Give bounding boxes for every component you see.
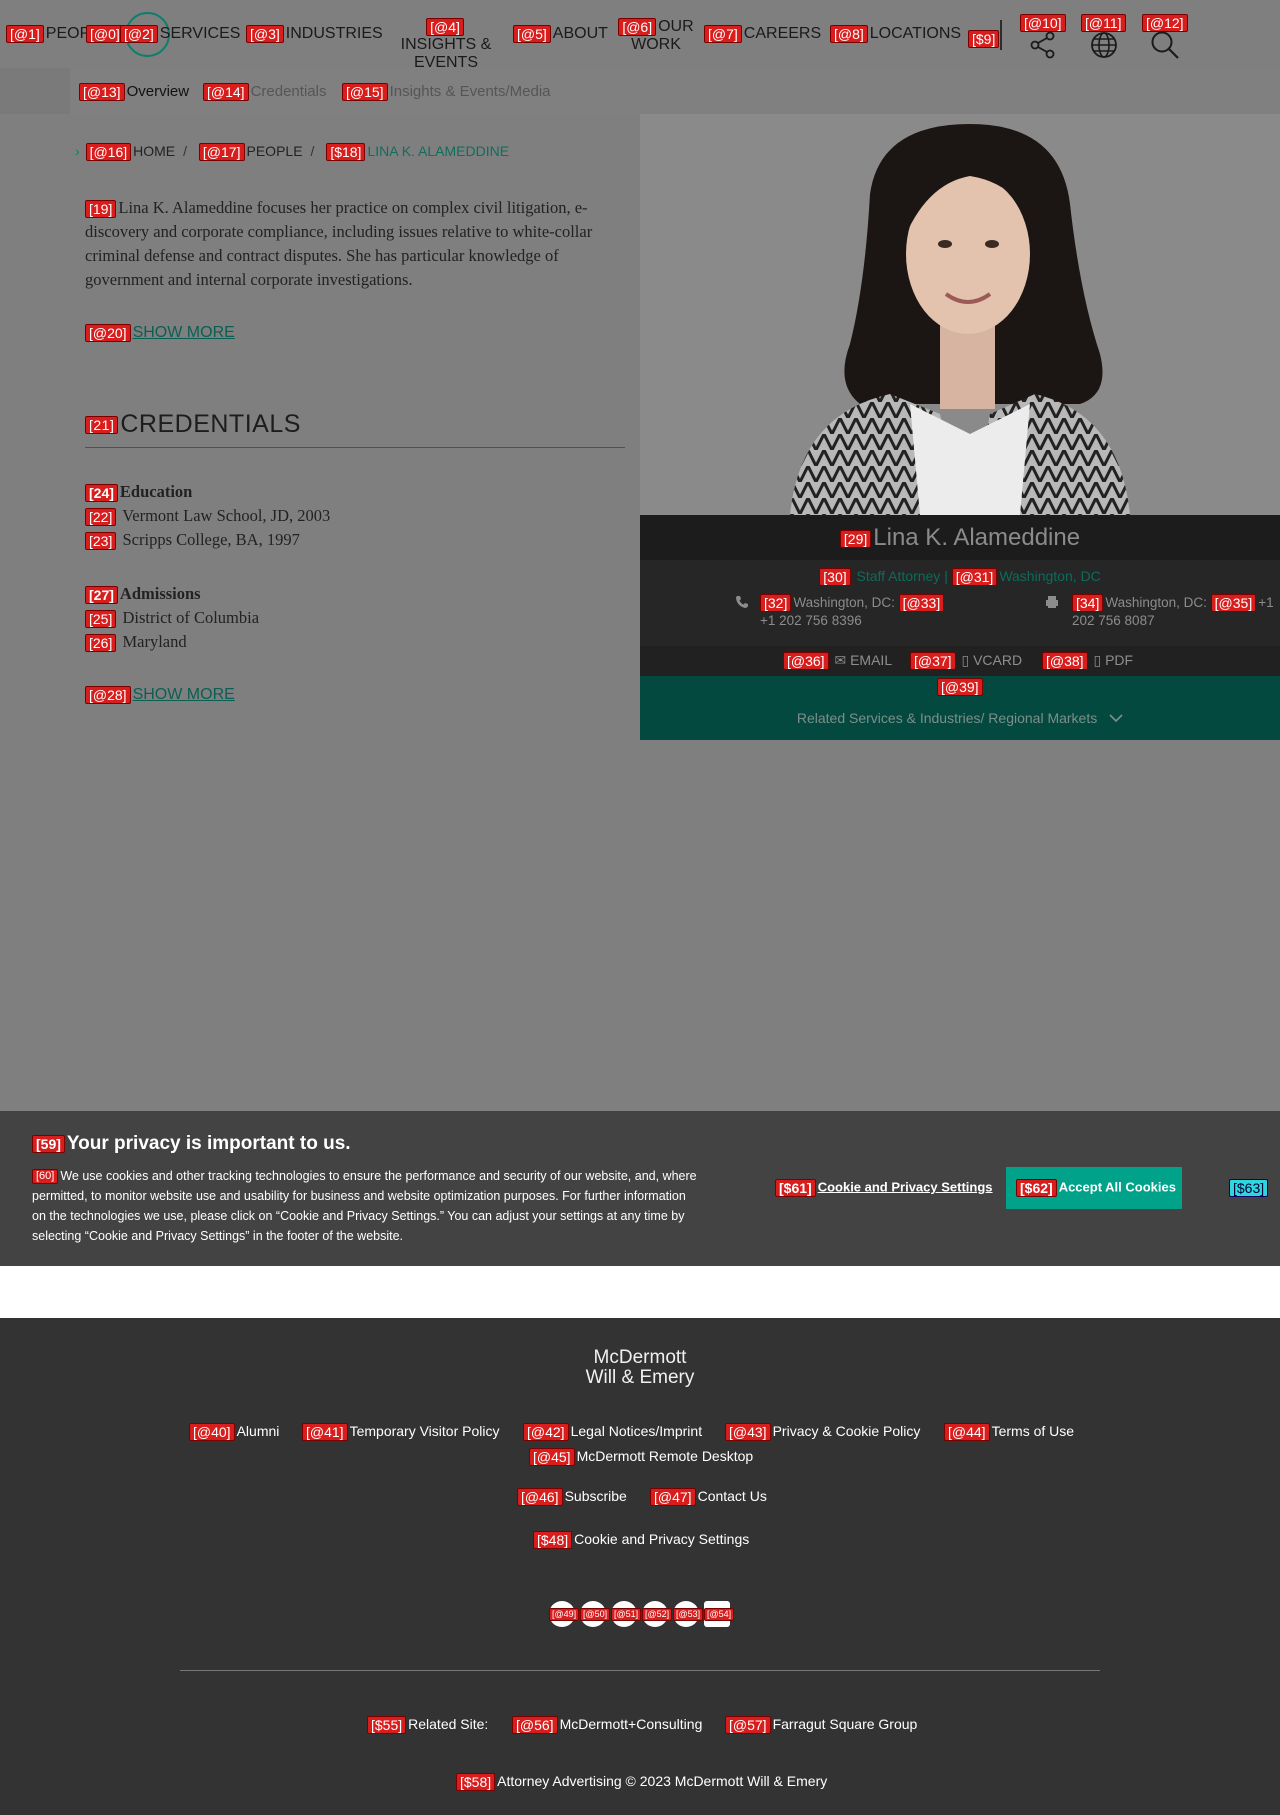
globe-icon[interactable] xyxy=(1089,30,1119,60)
top-navigation: [@1] PEOP [@0] [@2] SERVICES [@3] INDUSTRIE… xyxy=(0,0,1280,71)
tab-overview[interactable]: [@13] Overview xyxy=(79,83,189,102)
tab-credentials[interactable]: [@14] Credentials xyxy=(203,83,326,102)
profile-role: Staff Attorney xyxy=(856,568,941,584)
fax-number: [34] Washington, DC: [@35] +1 202 756 8087 xyxy=(1072,594,1274,629)
breadcrumb: › [@16] HOME / [@17] PEOPLE / [$18] LINA K. A… xyxy=(75,143,510,162)
footer-link-subscribe[interactable]: [@46] Subscribe xyxy=(517,1488,627,1507)
document-icon: ▯ xyxy=(961,652,970,668)
profile-photo xyxy=(640,114,1280,515)
footer-link-terms[interactable]: [@44] Terms of Use xyxy=(944,1423,1074,1442)
share-icon[interactable] xyxy=(1028,30,1058,60)
profile-name: [29] Lina K. Alameddine xyxy=(640,515,1280,560)
admissions-heading: [27] Admissions xyxy=(85,584,201,605)
chevron-right-icon: › xyxy=(75,143,80,159)
footer-link-privacy[interactable]: [@43] Privacy & Cookie Policy xyxy=(725,1423,920,1442)
cookie-title: [59] Your privacy is important to us. xyxy=(32,1133,351,1155)
profile-actions: [@36] ✉ EMAIL [@37] ▯ VCARD [@38] ▯ PDF xyxy=(640,646,1280,676)
cookie-settings-link[interactable]: [$61] Cookie and Privacy Settings xyxy=(775,1179,993,1197)
show-more-credentials-link[interactable]: [@28] SHOW MORE xyxy=(85,686,235,704)
nav-item-people[interactable]: [@1] PEOP xyxy=(6,25,90,43)
breadcrumb-people[interactable]: [@17] PEOPLE xyxy=(198,143,303,162)
copyright: [$58] Attorney Advertising © 2023 McDermo… xyxy=(456,1773,827,1792)
footer: McDermott Will & Emery [@40] Alumni [@41]… xyxy=(0,1318,1280,1815)
nav-item-insights-events[interactable]: [@4]INSIGHTS & EVENTS xyxy=(390,18,502,73)
portrait-image xyxy=(790,124,1130,515)
nav-item-industries[interactable]: [@3] INDUSTRIES xyxy=(246,25,383,43)
vcard-button[interactable]: [@37] ▯ VCARD xyxy=(910,652,1022,671)
admission-item: [25] District of Columbia xyxy=(85,608,259,629)
profile-subnav: [@13] Overview [@14] Credentials [@15] Insi… xyxy=(0,68,1280,114)
breadcrumb-current: [$18] LINA K. ALAMEDDINE xyxy=(326,143,509,162)
pdf-button[interactable]: [@38] ▯ PDF xyxy=(1042,652,1133,671)
page-spacer xyxy=(0,1266,1280,1318)
footer-link-consulting[interactable]: [@56] McDermott+Consulting xyxy=(512,1716,702,1735)
nav-divider xyxy=(1000,20,1002,50)
fax-icon xyxy=(1046,596,1058,608)
nav-item-services[interactable]: [@2] SERVICES xyxy=(120,25,240,43)
search-icon[interactable] xyxy=(1150,30,1180,60)
admission-item: [26] Maryland xyxy=(85,632,187,653)
chevron-down-icon xyxy=(1109,714,1123,723)
email-social-icon[interactable]: [@54] xyxy=(704,1601,735,1627)
social-icon[interactable]: [@53] xyxy=(673,1601,704,1627)
footer-link-legal[interactable]: [@42] Legal Notices/Imprint xyxy=(523,1423,702,1442)
pdf-icon: ▯ xyxy=(1093,652,1102,668)
breadcrumb-home[interactable]: [@16] HOME xyxy=(85,143,175,162)
nav-item-language[interactable]: [$9] xyxy=(968,30,1001,48)
footer-link-contact[interactable]: [@47] Contact Us xyxy=(650,1488,767,1507)
nav-item-locations[interactable]: [@8] LOCATIONS xyxy=(830,25,961,43)
credentials-heading: [21] CREDENTIALS xyxy=(85,410,301,439)
tab-insights-events-media[interactable]: [@15] Insights & Events/Media xyxy=(342,83,551,102)
footer-divider xyxy=(180,1670,1100,1671)
email-button[interactable]: [@36] ✉ EMAIL xyxy=(783,652,892,671)
envelope-icon: ✉ xyxy=(834,652,847,668)
footer-link-farragut[interactable]: [@57] Farragut Square Group xyxy=(725,1716,917,1735)
social-icon[interactable]: [@50] xyxy=(580,1601,611,1627)
social-icon[interactable]: [@51] xyxy=(611,1601,642,1627)
education-heading: [24] Education xyxy=(85,482,192,503)
nav-item-our-work[interactable]: [@6] OUR WORK xyxy=(618,18,694,54)
nav-item-careers[interactable]: [@7] CAREERS xyxy=(704,25,821,43)
footer-link-visitor-policy[interactable]: [@41] Temporary Visitor Policy xyxy=(302,1423,499,1442)
nav-item-about[interactable]: [@5] ABOUT xyxy=(513,25,608,43)
related-services-toggle[interactable]: [@39] Related Services & Industries/ Reg… xyxy=(640,676,1280,740)
profile-contact: [30] Staff Attorney | [@31] Washington, D… xyxy=(640,560,1280,646)
footer-link-alumni[interactable]: [@40] Alumni xyxy=(189,1423,279,1442)
accept-cookies-button[interactable]: [$62] Accept All Cookies xyxy=(1006,1167,1182,1209)
education-item: [22] Vermont Law School, JD, 2003 xyxy=(85,506,330,527)
related-site-label: [$55] Related Site: xyxy=(367,1716,488,1735)
footer-logo[interactable]: McDermott Will & Emery xyxy=(0,1348,1280,1388)
footer-link-cookie-settings[interactable]: [$48] Cookie and Privacy Settings xyxy=(533,1531,749,1550)
phone-icon xyxy=(736,596,748,608)
cookie-body: [60] We use cookies and other tracking te… xyxy=(32,1169,697,1243)
bio-text: [19] Lina K. Alameddine focuses her pract… xyxy=(85,198,593,289)
footer-link-remote-desktop[interactable]: [@45] McDermott Remote Desktop xyxy=(529,1448,753,1467)
credentials-divider xyxy=(85,447,625,448)
close-cookie-button[interactable]: [$63] xyxy=(1229,1179,1269,1197)
phone-number: [32] Washington, DC: [@33]+1 202 756 8396 xyxy=(760,594,960,629)
profile-office-link[interactable]: [@31] Washington, DC xyxy=(951,568,1101,587)
social-icon[interactable]: [@49] xyxy=(549,1601,580,1627)
cookie-banner: [59] Your privacy is important to us. [60… xyxy=(0,1111,1280,1266)
education-item: [23] Scripps College, BA, 1997 xyxy=(85,530,300,551)
show-more-bio-link[interactable]: [@20] SHOW MORE xyxy=(85,324,235,342)
social-icon[interactable]: [@52] xyxy=(642,1601,673,1627)
